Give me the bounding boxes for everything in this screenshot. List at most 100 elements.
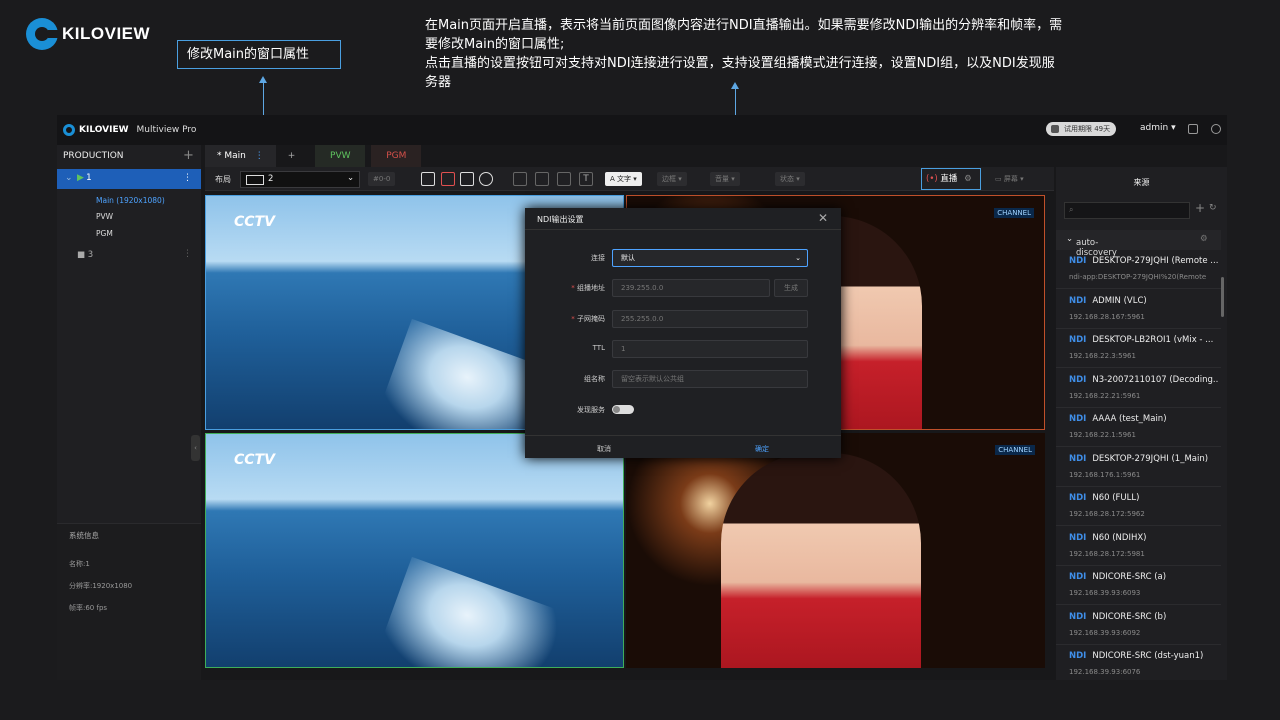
- ndi-badge: NDI: [1069, 256, 1087, 266]
- connection-select[interactable]: 默认 ⌄: [612, 249, 808, 267]
- source-name: NDI N60 (NDIHX): [1069, 533, 1219, 543]
- ttl-stepper[interactable]: 1: [612, 340, 808, 358]
- source-address: 192.168.22.1:5961: [1069, 431, 1136, 439]
- broadcast-icon: (•): [926, 174, 938, 184]
- collapse-handle[interactable]: ‹: [191, 435, 200, 461]
- sidebar-item-1[interactable]: ⌄ ▶ 1 ⋮: [57, 169, 201, 189]
- add-tab-icon[interactable]: +: [276, 145, 308, 167]
- list-item[interactable]: NDI NDICORE-SRC (a) 192.168.39.93:6093: [1056, 567, 1221, 605]
- more-icon[interactable]: ⋮: [255, 151, 264, 161]
- sidebar-sub-pgm[interactable]: PGM: [96, 229, 113, 238]
- app-logo-text: KILOVIEW: [79, 125, 129, 135]
- annotation-note: 在Main页面开启直播，表示将当前页面图像内容进行NDI直播输出。如果需要修改N…: [425, 16, 1065, 92]
- file-icon[interactable]: [1188, 124, 1198, 134]
- list-item[interactable]: NDI NDICORE-SRC (b) 192.168.39.93:6092: [1056, 607, 1221, 645]
- text-icon[interactable]: T: [579, 172, 593, 186]
- source-name: NDI NDICORE-SRC (a): [1069, 572, 1219, 582]
- save-as-icon[interactable]: [460, 172, 474, 186]
- source-address: ndi-app:DESKTOP-279JQHI%20(Remote: [1069, 273, 1207, 281]
- ndi-output-dialog: NDI输出设置 ✕ 连接 默认 ⌄ 组播地址 239.255.0.0 生成 子网掩…: [525, 208, 841, 458]
- list-item[interactable]: NDI AAAA (test_Main) 192.168.22.1:5961: [1056, 409, 1221, 447]
- volume-label: 音量: [715, 175, 729, 183]
- discovery-toggle[interactable]: [612, 405, 634, 414]
- more-icon[interactable]: ⋮: [183, 173, 192, 183]
- app-logo-icon: [63, 124, 75, 136]
- source-name: NDI DESKTOP-279JQHI (Remote ...: [1069, 256, 1219, 266]
- layout-select[interactable]: 2 ⌄: [240, 171, 360, 188]
- volume-button[interactable]: 音量 ▾: [710, 172, 740, 186]
- search-icon: ⌕: [1069, 205, 1074, 214]
- list-item[interactable]: NDI N60 (FULL) 192.168.28.172:5962: [1056, 488, 1221, 526]
- sidebar-sub-pvw[interactable]: PVW: [96, 212, 113, 221]
- sources-panel: 来源 ⌕ + ↻ ⌄ auto-discovery ⚙ NDI DESKTOP-27…: [1056, 167, 1227, 680]
- group-name-label: 组名称: [584, 375, 605, 383]
- list-item[interactable]: NDI NDICORE-SRC (dst-yuan1) 192.168.39.93:…: [1056, 646, 1221, 681]
- chart-icon[interactable]: [557, 172, 571, 186]
- screen-label: 屏幕: [1003, 175, 1018, 183]
- group-name-input[interactable]: 留空表示默认公共组: [612, 370, 808, 388]
- subnet-mask-input[interactable]: 255.255.0.0: [612, 310, 808, 328]
- multicast-input[interactable]: 239.255.0.0: [612, 279, 770, 297]
- ndi-badge: NDI: [1069, 335, 1087, 345]
- refresh-icon[interactable]: ↻: [1209, 203, 1217, 213]
- tab-bar: * Main ⋮ + PVW PGM: [205, 145, 1205, 167]
- chevron-down-icon: ⌄: [795, 254, 801, 262]
- text-button[interactable]: A 文字 ▾: [605, 172, 642, 186]
- group-auto-discovery[interactable]: ⌄ auto-discovery ⚙: [1056, 230, 1221, 258]
- ndi-badge: NDI: [1069, 651, 1087, 661]
- screen-button[interactable]: ▭ 屏幕 ▾: [990, 172, 1029, 186]
- add-icon[interactable]: +: [183, 148, 194, 163]
- status-button[interactable]: 状态 ▾: [775, 172, 805, 186]
- connection-label: 连接: [591, 254, 605, 262]
- more-icon[interactable]: ⋮: [183, 249, 192, 259]
- layout-a-icon[interactable]: [513, 172, 527, 186]
- layout-b-icon[interactable]: [535, 172, 549, 186]
- search-input[interactable]: ⌕: [1064, 202, 1190, 219]
- video-cell-4[interactable]: CHANNEL: [626, 433, 1045, 668]
- source-name: NDI N60 (FULL): [1069, 493, 1219, 503]
- gear-icon[interactable]: ⚙: [1200, 234, 1208, 244]
- logo-text: KILOVIEW: [62, 24, 151, 43]
- info-icon[interactable]: [1211, 124, 1221, 134]
- source-address: 192.168.28.167:5961: [1069, 312, 1145, 321]
- gear-icon[interactable]: ⚙: [964, 174, 972, 184]
- play-icon: ▶: [77, 173, 84, 183]
- source-address: 192.168.39.93:6076: [1069, 668, 1141, 676]
- source-label: N60 (NDIHX): [1092, 532, 1147, 543]
- grid-icon[interactable]: [421, 172, 435, 186]
- list-item[interactable]: NDI N3-20072110107 (Decoding... 192.168.22…: [1056, 370, 1221, 408]
- tab-pgm[interactable]: PGM: [371, 145, 422, 167]
- generate-button[interactable]: 生成: [774, 279, 808, 297]
- close-icon[interactable]: ✕: [818, 211, 828, 225]
- square-icon: ■: [77, 250, 86, 260]
- multicast-label: 组播地址: [525, 283, 605, 293]
- tab-pvw[interactable]: PVW: [315, 145, 366, 167]
- video-cell-3[interactable]: CCTV: [205, 433, 624, 668]
- list-item[interactable]: NDI DESKTOP-LB2ROI1 (vMix - ... 192.168.22…: [1056, 330, 1221, 368]
- user-menu[interactable]: admin ▾: [1140, 123, 1176, 133]
- kiloview-logo: KILOVIEW: [26, 18, 150, 50]
- border-button[interactable]: 边框 ▾: [657, 172, 687, 186]
- tab-main[interactable]: * Main ⋮: [205, 145, 276, 167]
- live-button[interactable]: (•) 直播 ⚙: [921, 168, 981, 190]
- sidebar-sub-main[interactable]: Main (1920x1080): [96, 196, 165, 205]
- list-item[interactable]: NDI DESKTOP-279JQHI (1_Main) 192.168.176.1…: [1056, 449, 1221, 487]
- channel-select[interactable]: #0-0: [368, 172, 396, 186]
- scrollbar[interactable]: [1221, 277, 1224, 317]
- save-icon[interactable]: [441, 172, 455, 186]
- cancel-button[interactable]: 取消: [597, 444, 611, 454]
- sidebar-item-3[interactable]: ■ 3: [77, 250, 93, 260]
- add-source-icon[interactable]: +: [1195, 201, 1205, 215]
- ndi-badge: NDI: [1069, 493, 1087, 503]
- list-item[interactable]: NDI ADMIN (VLC) 192.168.28.167:5961: [1056, 291, 1221, 329]
- source-name: NDI N3-20072110107 (Decoding...: [1069, 375, 1219, 385]
- refresh-icon[interactable]: [479, 172, 493, 186]
- tab-main-label: * Main: [217, 151, 246, 161]
- list-item[interactable]: NDI DESKTOP-279JQHI (Remote ... ndi-app:DE…: [1056, 251, 1221, 289]
- list-item[interactable]: NDI N60 (NDIHX) 192.168.28.172:5981: [1056, 528, 1221, 566]
- ok-button[interactable]: 确定: [755, 444, 769, 454]
- channel-logo: CHANNEL: [995, 445, 1035, 455]
- ttl-label: TTL: [592, 344, 605, 352]
- text-button-label: 文字: [617, 175, 632, 183]
- cctv-logo: CCTV: [234, 452, 275, 468]
